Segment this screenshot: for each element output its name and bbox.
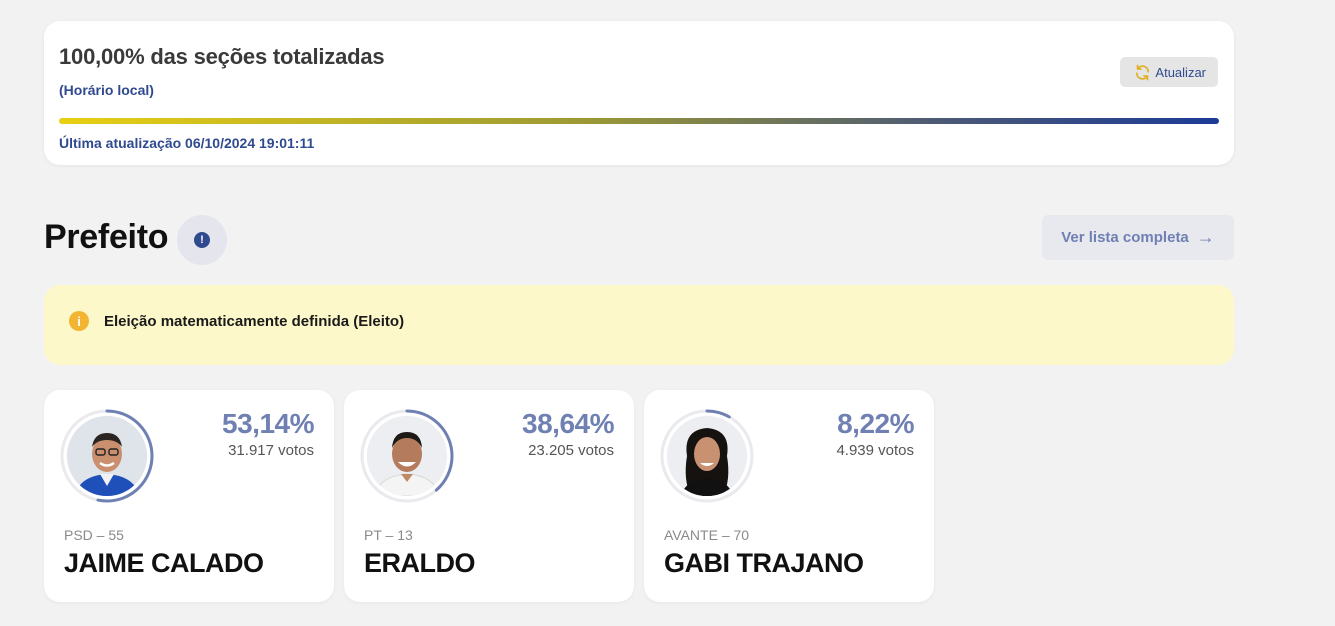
candidate-name: ERALDO — [364, 548, 476, 578]
election-status-alert: i Eleição matematicamente definida (Elei… — [44, 285, 1234, 365]
full-list-button[interactable]: Ver lista completa → — [1042, 215, 1234, 260]
totalization-progress-fill — [59, 118, 1219, 124]
party-number: AVANTE – 70 — [664, 527, 750, 543]
info-icon: ! — [194, 232, 210, 248]
refresh-button[interactable]: Atualizar — [1120, 57, 1218, 87]
candidate-avatar-ring — [60, 409, 154, 503]
info-alert-icon: i — [69, 311, 89, 331]
arrow-right-icon: → — [1196, 227, 1215, 247]
refresh-label: Atualizar — [1155, 64, 1206, 80]
candidate-photo — [667, 416, 747, 496]
vote-percentage: 38,64% — [522, 408, 614, 439]
totalization-progress-bar — [59, 118, 1219, 124]
vote-count: 23.205 votos — [528, 442, 614, 459]
candidate-photo — [67, 416, 147, 496]
party-number: PT – 13 — [364, 527, 413, 543]
candidate-card[interactable]: 38,64% 23.205 votos PT – 13 ERALDO — [344, 390, 634, 602]
totalization-status-card: 100,00% das seções totalizadas (Horário … — [44, 21, 1234, 165]
candidate-photo — [367, 416, 447, 496]
section-title: Prefeito — [44, 218, 169, 256]
candidate-name: JAIME CALADO — [64, 548, 264, 578]
vote-percentage: 8,22% — [837, 408, 914, 439]
candidate-card[interactable]: 53,14% 31.917 votos PSD – 55 JAIME CALAD… — [44, 390, 334, 602]
refresh-icon — [1134, 64, 1151, 81]
candidate-avatar-ring — [360, 409, 454, 503]
local-time-note: (Horário local) — [59, 82, 154, 98]
candidate-name: GABI TRAJANO — [664, 548, 864, 578]
vote-percentage: 53,14% — [222, 408, 314, 439]
party-number: PSD – 55 — [64, 527, 124, 543]
info-button[interactable]: ! — [177, 215, 227, 265]
totalization-title: 100,00% das seções totalizadas — [59, 44, 385, 69]
vote-count: 4.939 votos — [836, 442, 914, 459]
last-update-text: Última atualização 06/10/2024 19:01:11 — [59, 135, 315, 151]
candidate-card[interactable]: 8,22% 4.939 votos AVANTE – 70 GABI TRAJA… — [644, 390, 934, 602]
candidate-avatar-ring — [660, 409, 754, 503]
full-list-label: Ver lista completa — [1061, 229, 1189, 246]
alert-text: Eleição matematicamente definida (Eleito… — [104, 313, 405, 330]
vote-count: 31.917 votos — [228, 442, 314, 459]
